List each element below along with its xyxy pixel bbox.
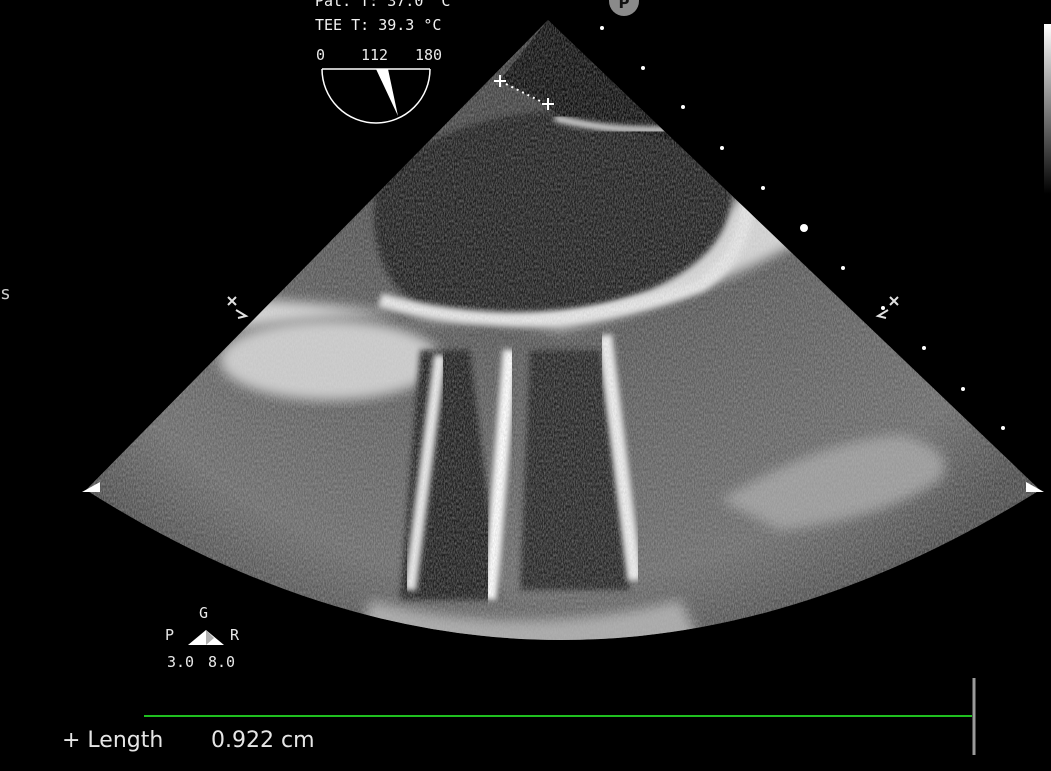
measurement-value: 0.922 cm	[211, 728, 315, 753]
left-edge-label: s	[0, 283, 11, 304]
measurement-name: + Length	[62, 728, 164, 753]
left-edge-triangle	[82, 482, 100, 492]
frequency-low-label: 3.0	[167, 653, 195, 671]
orientation-top-label: G	[199, 604, 209, 622]
grayscale-bar	[1044, 24, 1051, 194]
angle-indicator-dial	[321, 68, 431, 124]
tee-temperature: TEE T: 39.3 °C	[315, 16, 442, 34]
angle-max-label: 180	[415, 46, 443, 64]
patient-temperature: Pat. T: 37.0 °C	[315, 0, 451, 10]
ultrasound-sector-image	[82, 20, 1051, 755]
angle-current-label: 112	[361, 46, 389, 64]
orientation-left-label: P	[165, 626, 175, 644]
focus-marker-right	[875, 296, 899, 319]
right-edge-triangle	[1026, 482, 1044, 492]
orientation-right-label: R	[230, 626, 240, 644]
focus-marker-left	[227, 296, 249, 319]
angle-min-label: 0	[316, 46, 326, 64]
frequency-high-label: 8.0	[208, 653, 236, 671]
orientation-marker	[188, 630, 224, 645]
